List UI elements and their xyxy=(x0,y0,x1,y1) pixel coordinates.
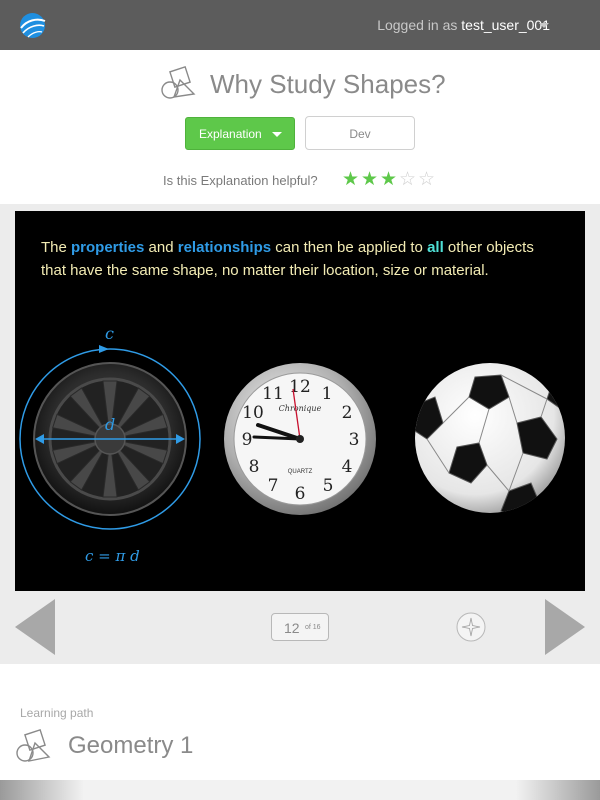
prev-arrow-icon[interactable] xyxy=(15,599,55,655)
star-icon[interactable]: ★ xyxy=(342,168,361,191)
compass-icon[interactable] xyxy=(456,612,486,642)
chevron-down-icon xyxy=(272,132,282,137)
clock-number: 11 xyxy=(262,384,284,404)
clock-image: 12 1 2 3 4 5 6 7 8 9 10 11 Chronique QUA… xyxy=(224,363,376,515)
circumference-formula: c = π d xyxy=(85,547,140,565)
slide-navigation: 12 of 16 xyxy=(0,591,600,664)
label-d: d xyxy=(105,415,115,434)
username: test_user_001 xyxy=(461,17,550,33)
globe-logo-icon[interactable] xyxy=(19,12,46,39)
clock-brand: Chronique xyxy=(279,404,322,413)
caret-down-icon[interactable] xyxy=(539,23,549,28)
clock-number: 12 xyxy=(289,377,311,397)
logged-in-prefix: Logged in as xyxy=(377,17,462,33)
helpful-prompt: Is this Explanation helpful? xyxy=(163,173,318,188)
clock-number: 1 xyxy=(322,384,333,404)
page-indicator[interactable]: 12 of 16 xyxy=(271,613,329,641)
shapes-icon xyxy=(16,729,51,762)
label-c: c xyxy=(105,325,114,343)
clock-number: 4 xyxy=(342,457,353,477)
bottom-strip xyxy=(0,780,600,800)
star-empty-icon[interactable]: ☆ xyxy=(418,168,437,191)
star-icon[interactable]: ★ xyxy=(380,168,399,191)
learning-path-section xyxy=(0,664,600,780)
clock-number: 10 xyxy=(242,403,264,423)
clock-number: 8 xyxy=(249,457,260,477)
next-arrow-icon[interactable] xyxy=(545,599,585,655)
star-empty-icon[interactable]: ☆ xyxy=(399,168,418,191)
current-page: 12 xyxy=(284,620,300,636)
page-total: of 16 xyxy=(305,624,321,631)
explanation-panel: The properties and relationships can the… xyxy=(15,211,585,591)
highlight-properties: properties xyxy=(71,239,145,256)
wheel-circle-diagram: c d c = π d xyxy=(19,325,201,565)
explanation-text: The properties and relationships can the… xyxy=(41,236,541,282)
star-rating[interactable]: ★ ★ ★ ☆ ☆ xyxy=(342,168,437,191)
dev-button[interactable]: Dev xyxy=(305,116,415,150)
learning-path-title[interactable]: Geometry 1 xyxy=(68,732,193,760)
text-part: The xyxy=(41,239,72,256)
clock-number: 7 xyxy=(268,476,279,496)
text-part: can then be applied to xyxy=(271,239,428,256)
clock-number: 5 xyxy=(323,476,334,496)
clock-number: 2 xyxy=(342,403,353,423)
clock-number: 9 xyxy=(242,430,253,450)
explanation-button-label: Explanation xyxy=(199,127,262,141)
learning-path-label: Learning path xyxy=(20,706,94,720)
soccer-ball-image xyxy=(415,363,565,513)
clock-quartz: QUARTZ xyxy=(288,469,313,475)
text-part: and xyxy=(144,239,178,256)
shapes-icon xyxy=(161,66,196,99)
star-icon[interactable]: ★ xyxy=(361,168,380,191)
clock-number: 3 xyxy=(349,430,360,450)
highlight-relationships: relationships xyxy=(177,239,272,256)
explanation-dropdown-button[interactable]: Explanation xyxy=(185,117,295,150)
logged-in-status[interactable]: Logged in as test_user_001 xyxy=(377,17,550,33)
page-title: Why Study Shapes? xyxy=(210,69,446,99)
top-bar: Logged in as test_user_001 xyxy=(0,0,600,50)
highlight-all: all xyxy=(427,239,444,256)
clock-number: 6 xyxy=(295,484,306,504)
